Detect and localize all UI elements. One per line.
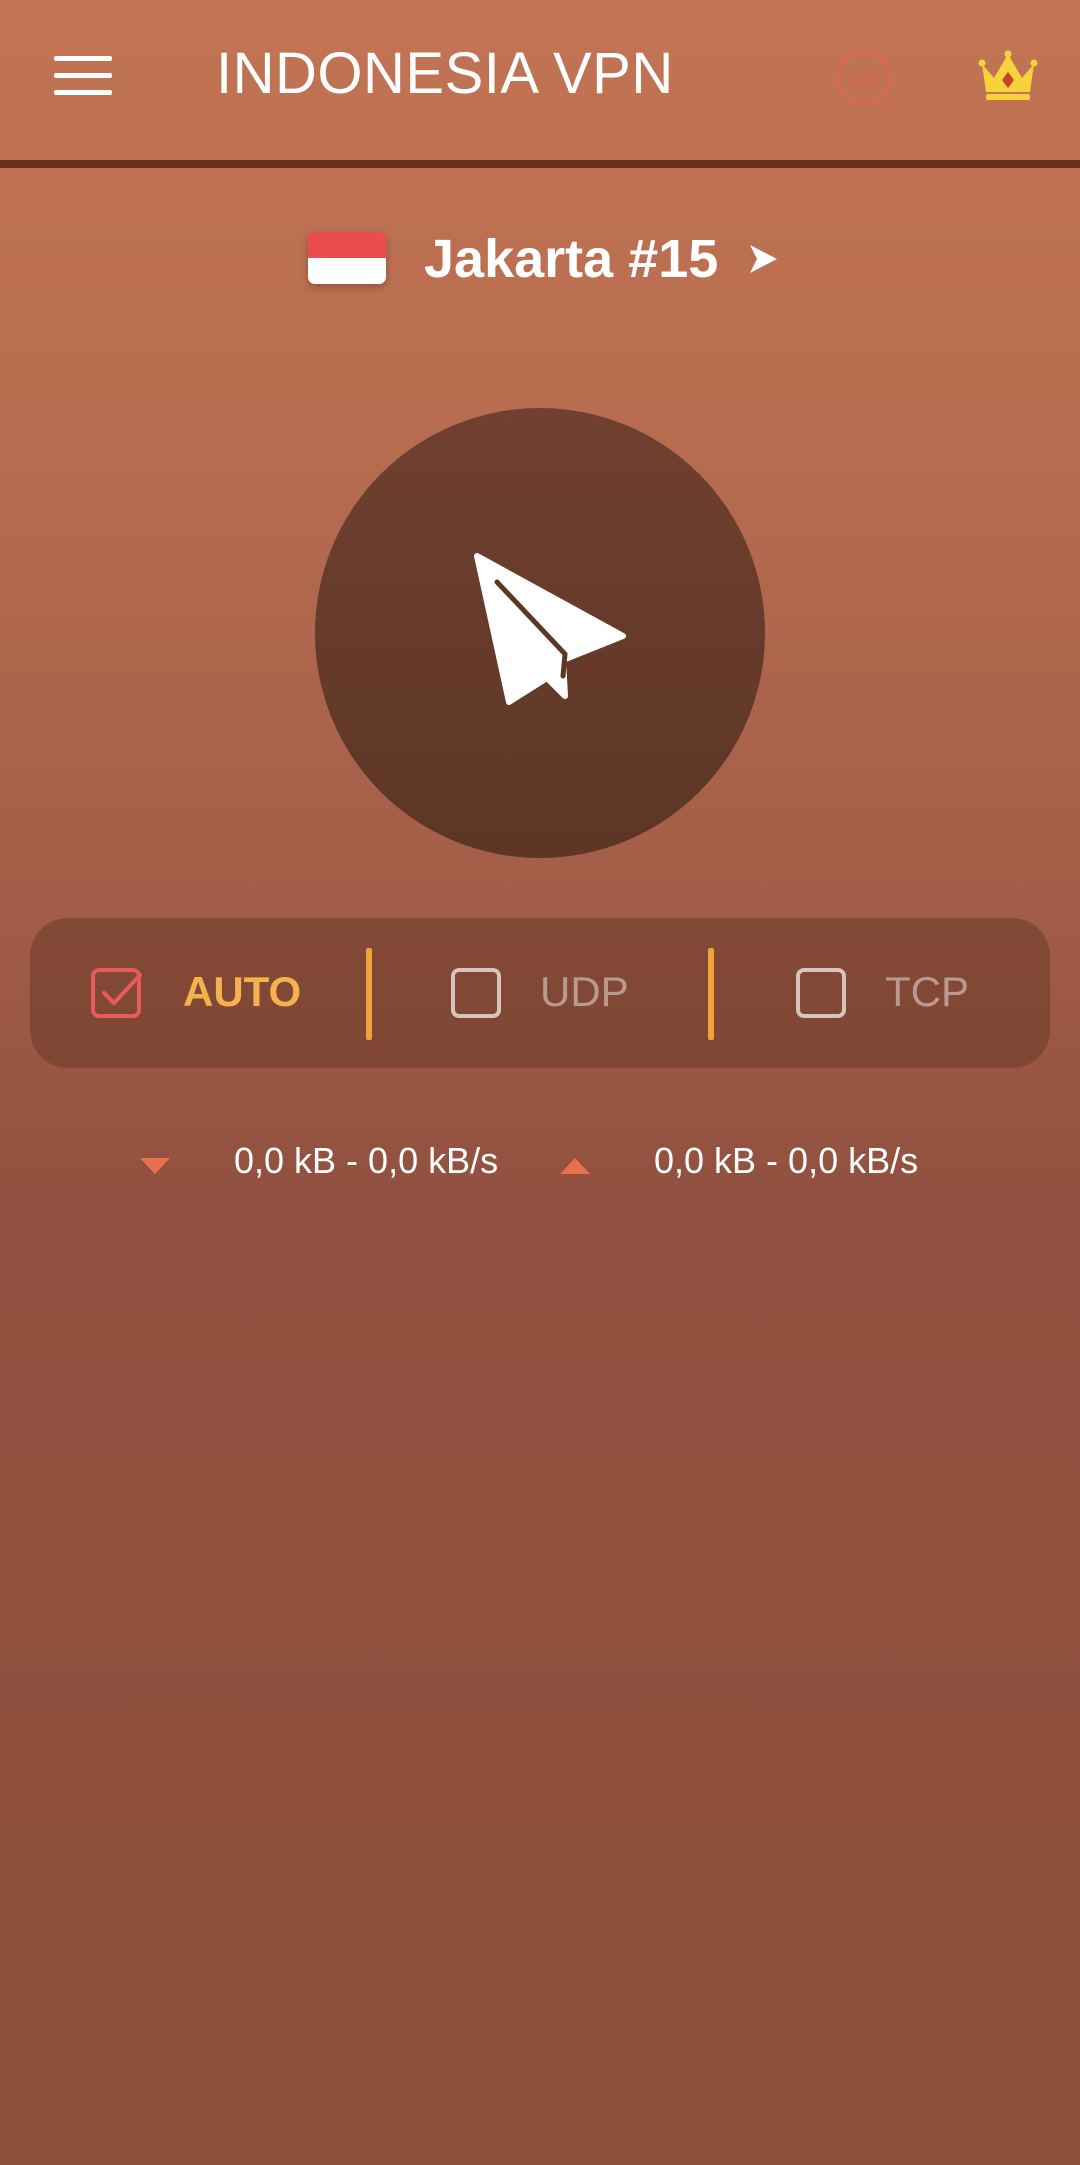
svg-text:AD: AD — [850, 69, 879, 91]
chevron-right-icon — [750, 245, 777, 273]
checkbox-checked-icon[interactable] — [90, 967, 142, 1019]
checkbox-unchecked-icon[interactable] — [450, 967, 502, 1019]
server-selector[interactable]: Jakarta #15 — [300, 222, 780, 302]
protocol-divider — [708, 948, 714, 1040]
app-bar: INDONESIA VPN AD — [0, 0, 1080, 160]
server-name: Jakarta #15 — [424, 229, 719, 289]
indonesia-flag-icon — [308, 232, 386, 284]
app-title: INDONESIA VPN — [216, 41, 674, 106]
protocol-tcp-label: TCP — [885, 968, 969, 1015]
hamburger-menu-icon[interactable] — [54, 56, 112, 96]
crown-icon[interactable] — [978, 50, 1038, 102]
connect-button[interactable] — [315, 408, 765, 858]
download-arrow-icon — [140, 1158, 170, 1174]
upload-arrow-icon — [560, 1158, 590, 1174]
paper-plane-icon — [474, 553, 626, 705]
ad-icon[interactable]: AD — [834, 48, 894, 108]
protocol-auto-option[interactable]: AUTO — [90, 918, 310, 1068]
protocol-selector: AUTO UDP TCP — [30, 918, 1050, 1068]
protocol-udp-option[interactable]: UDP — [450, 918, 650, 1068]
checkbox-unchecked-icon[interactable] — [795, 967, 847, 1019]
protocol-divider — [366, 948, 372, 1040]
app-bar-divider — [0, 160, 1080, 168]
protocol-udp-label: UDP — [540, 968, 629, 1015]
download-traffic-text: 0,0 kB - 0,0 kB/s — [234, 1140, 499, 1181]
protocol-auto-label: AUTO — [183, 968, 302, 1015]
protocol-tcp-option[interactable]: TCP — [795, 918, 995, 1068]
upload-traffic-text: 0,0 kB - 0,0 kB/s — [654, 1140, 919, 1181]
